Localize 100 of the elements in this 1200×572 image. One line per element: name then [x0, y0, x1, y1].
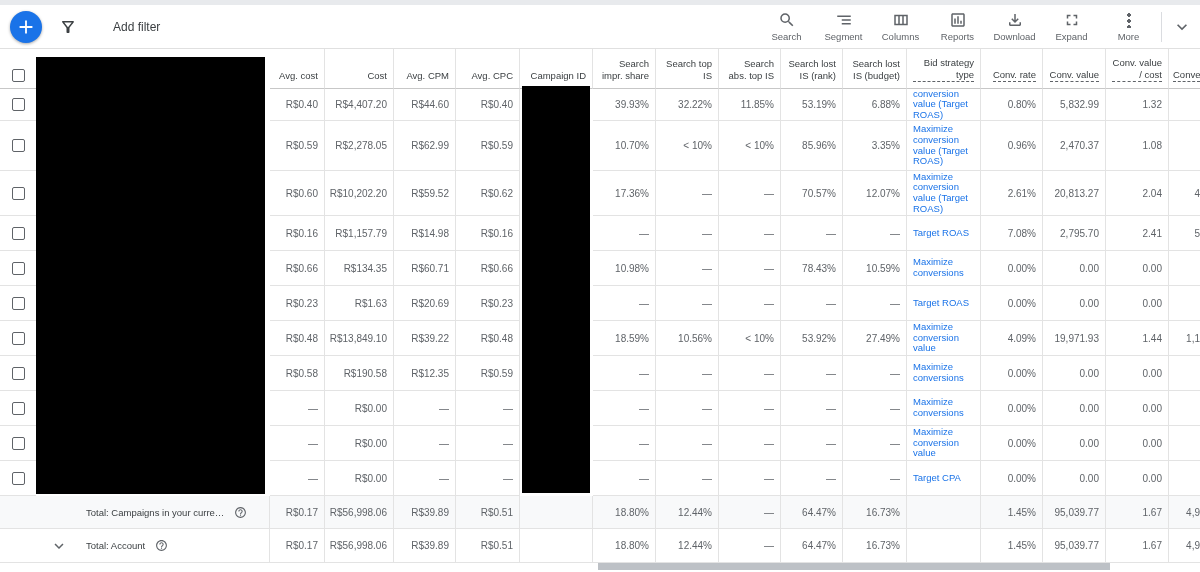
- table-cell: 3.35%: [843, 121, 907, 171]
- table-cell: R$0.17: [270, 496, 325, 529]
- bid-strategy-link[interactable]: Maximize conversion value (Target ROAS): [913, 171, 974, 215]
- table-cell: 0.80%: [981, 89, 1043, 121]
- table-cell: —: [781, 426, 843, 461]
- more-icon: [1126, 12, 1131, 28]
- table-cell: 18.80%: [593, 496, 656, 529]
- column-header[interactable]: Search lost IS (rank): [787, 58, 836, 82]
- table-cell: R$0.00: [325, 426, 394, 461]
- table-cell: 16.73%: [843, 496, 907, 529]
- column-header[interactable]: Search abs. top IS: [725, 58, 774, 82]
- table-cell: R$14.98: [394, 216, 456, 251]
- add-button[interactable]: [10, 10, 42, 43]
- help-icon[interactable]: [155, 539, 169, 552]
- table-cell: 1.44: [1106, 321, 1169, 356]
- checkbox[interactable]: [11, 436, 25, 450]
- table-cell: < 10%: [656, 121, 719, 171]
- table-cell: R$0.60: [270, 171, 325, 216]
- checkbox[interactable]: [11, 471, 25, 485]
- bid-strategy-link[interactable]: Target ROAS: [913, 227, 969, 239]
- bid-strategy-link[interactable]: conversion value (Target ROAS): [913, 89, 974, 120]
- column-header[interactable]: Search top IS: [662, 58, 712, 82]
- table-cell: 27.49%: [843, 321, 907, 356]
- table-cell: R$0.58: [270, 356, 325, 391]
- column-header[interactable]: Conv. rate: [992, 69, 1036, 82]
- table-cell: 0.00: [1043, 461, 1106, 496]
- table-cell: —: [656, 171, 719, 216]
- table-cell: R$0.59: [456, 356, 520, 391]
- column-header[interactable]: Search lost IS (budget): [849, 58, 900, 82]
- column-header[interactable]: Bid strategy type: [913, 57, 974, 82]
- table-cell: —: [394, 461, 456, 496]
- table-cell: 4.09%: [981, 321, 1043, 356]
- bid-strategy-link[interactable]: Maximize conversion value (Target ROAS): [913, 124, 974, 167]
- reports-button[interactable]: Reports: [929, 11, 986, 42]
- table-cell: —: [719, 426, 781, 461]
- table-cell: R$0.48: [270, 321, 325, 356]
- checkbox[interactable]: [11, 261, 25, 275]
- table-cell: 0.00: [1043, 391, 1106, 426]
- column-header[interactable]: Avg. cost: [279, 70, 318, 82]
- table-cell: —: [656, 216, 719, 251]
- bid-strategy-link[interactable]: Maximize conversion value: [913, 322, 974, 354]
- download-button[interactable]: Download: [986, 11, 1043, 42]
- bid-strategy-link[interactable]: Maximize conversions: [913, 257, 974, 279]
- table-cell: R$0.16: [456, 216, 520, 251]
- checkbox[interactable]: [11, 139, 25, 152]
- table-cell: —: [456, 391, 520, 426]
- table-cell: —: [719, 461, 781, 496]
- column-header[interactable]: Campaign ID: [530, 70, 586, 82]
- table-cell: R$0.59: [270, 121, 325, 171]
- columns-button[interactable]: Columns: [872, 11, 929, 42]
- bid-strategy-link[interactable]: Maximize conversions: [913, 397, 974, 419]
- table-cell: R$4,407.20: [325, 89, 394, 121]
- table-cell: 0.00: [1106, 356, 1169, 391]
- table-cell: R$39.22: [394, 321, 456, 356]
- table-cell: R$0.51: [456, 496, 520, 529]
- checkbox[interactable]: [11, 331, 25, 345]
- table-cell: —: [394, 391, 456, 426]
- column-header[interactable]: Cost: [367, 70, 387, 82]
- table-cell: 0.00%: [981, 426, 1043, 461]
- search-icon: [777, 11, 796, 29]
- expand-button[interactable]: Expand: [1043, 11, 1100, 42]
- table-cell: R$0.66: [270, 251, 325, 286]
- bid-strategy-link[interactable]: Target ROAS: [913, 297, 969, 309]
- table-cell: —: [656, 286, 719, 321]
- table-cell: 64.47%: [781, 496, 843, 529]
- table-cell: R$62.99: [394, 121, 456, 171]
- table-cell: —: [456, 426, 520, 461]
- table-cell: 0.00: [1106, 286, 1169, 321]
- column-header[interactable]: Conv. value: [1049, 69, 1099, 82]
- table-cell: R$12.35: [394, 356, 456, 391]
- checkbox[interactable]: [11, 296, 25, 310]
- column-header[interactable]: Search impr. share: [599, 58, 649, 82]
- more-button[interactable]: More: [1100, 11, 1157, 42]
- checkbox[interactable]: [11, 98, 25, 111]
- add-filter-button[interactable]: Add filter: [113, 19, 161, 34]
- search-button[interactable]: Search: [758, 11, 815, 42]
- bid-strategy-link[interactable]: Target CPA: [913, 472, 961, 484]
- table-cell: 11.85%: [719, 89, 781, 121]
- checkbox[interactable]: [11, 226, 25, 240]
- segment-button[interactable]: Segment: [815, 11, 872, 42]
- table-cell: —: [593, 286, 656, 321]
- bid-strategy-link[interactable]: Maximize conversion value: [913, 427, 974, 459]
- checkbox[interactable]: [11, 186, 25, 200]
- table-cell: R$190.58: [325, 356, 394, 391]
- table-cell: 10.70%: [593, 121, 656, 171]
- scrollbar-thumb[interactable]: [598, 563, 1110, 570]
- checkbox[interactable]: [11, 69, 25, 82]
- table-cell: 95,039.77: [1043, 496, 1106, 529]
- help-icon[interactable]: [234, 505, 248, 519]
- table-cell: —: [656, 391, 719, 426]
- column-header[interactable]: Conv. value / cost: [1112, 57, 1162, 82]
- checkbox[interactable]: [11, 366, 25, 380]
- column-header[interactable]: Avg. CPC: [471, 70, 513, 82]
- column-header[interactable]: Conve: [1173, 69, 1200, 82]
- table-cell: 2.41: [1106, 216, 1169, 251]
- total-label: Total: Campaigns in your curre…: [86, 506, 225, 518]
- checkbox[interactable]: [11, 401, 25, 415]
- bid-strategy-link[interactable]: Maximize conversions: [913, 362, 974, 384]
- column-header[interactable]: Avg. CPM: [406, 70, 449, 82]
- table-cell: 10.98%: [593, 251, 656, 286]
